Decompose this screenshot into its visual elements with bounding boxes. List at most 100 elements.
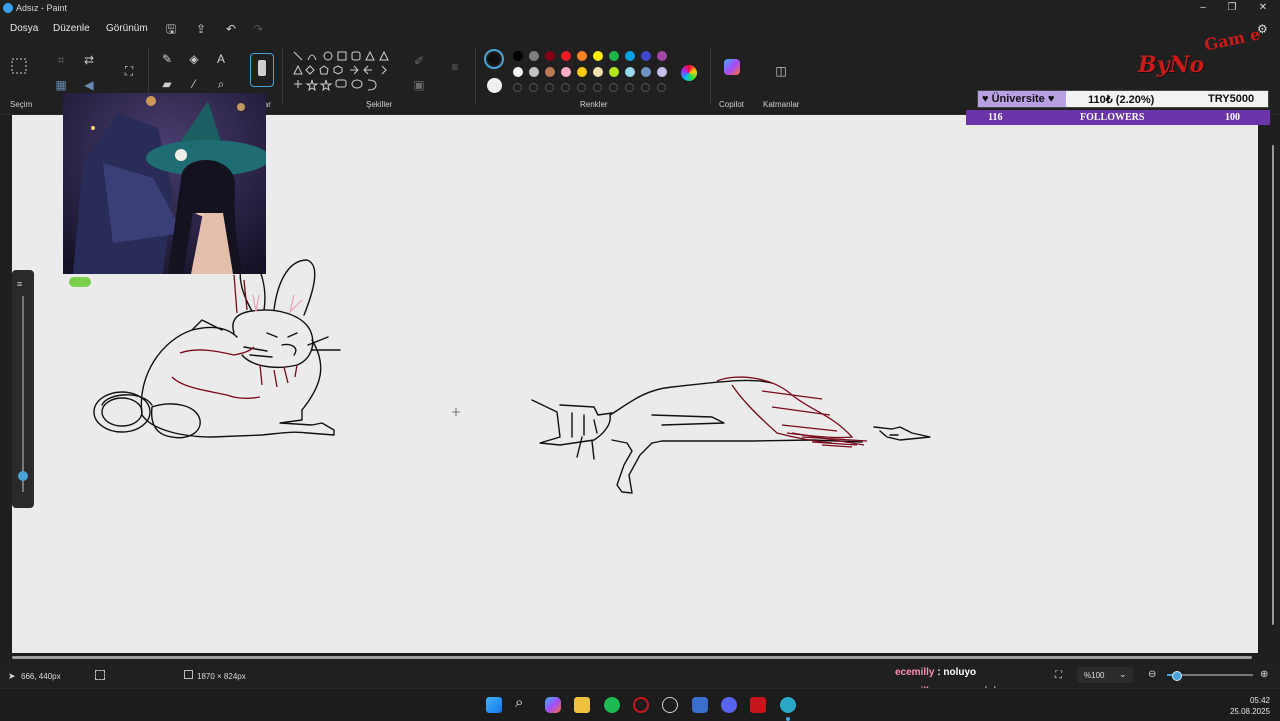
color-swatch[interactable] (641, 67, 651, 77)
color-swatch[interactable] (561, 67, 571, 77)
secondary-color-button[interactable] (487, 78, 502, 93)
color-swatch[interactable] (577, 67, 587, 77)
chat-line: ecemilly : noluyo (895, 667, 976, 678)
color-swatch[interactable] (561, 51, 571, 61)
color-swatch[interactable] (529, 51, 539, 61)
vertical-slider-panel: ≡ (12, 270, 34, 508)
app-red-icon[interactable] (750, 697, 766, 713)
gear-icon[interactable]: ⚙ (1257, 22, 1271, 36)
slider-thumb[interactable] (18, 471, 28, 482)
cursor-icon: ➤ (8, 671, 16, 681)
menu-file[interactable]: Dosya (10, 23, 38, 34)
fit-to-window-icon[interactable]: ⛶ (1055, 670, 1062, 681)
menu-view[interactable]: Görünüm (106, 23, 148, 34)
custom-color-slot[interactable] (561, 83, 570, 92)
edit-colors-icon[interactable] (681, 65, 697, 81)
color-swatch[interactable] (657, 67, 667, 77)
color-swatch[interactable] (593, 67, 603, 77)
custom-color-slot[interactable] (593, 83, 602, 92)
undo-icon[interactable]: ↶ (222, 20, 240, 38)
zoom-out-icon[interactable]: ⊖ (1148, 669, 1156, 680)
color-swatch[interactable] (513, 67, 523, 77)
custom-color-slot[interactable] (641, 83, 650, 92)
magnifier-icon[interactable]: ⌕ (212, 75, 230, 93)
close-button[interactable]: ✕ (1248, 0, 1278, 16)
layers-icon[interactable]: ◫ (772, 62, 790, 80)
maximize-button[interactable]: ❐ (1217, 0, 1247, 16)
logo-byno-text: ByNo (1138, 52, 1205, 78)
slider-track[interactable] (22, 296, 24, 492)
menu-edit[interactable]: Düzenle (53, 23, 90, 34)
vertical-scroll-thumb[interactable] (1272, 145, 1274, 625)
color-swatch[interactable] (609, 67, 619, 77)
color-swatch[interactable] (625, 51, 635, 61)
color-picker-icon[interactable]: ⁄ (185, 75, 203, 93)
color-swatch[interactable] (609, 51, 619, 61)
streamer-overlay-image (63, 93, 270, 274)
size-icon[interactable]: ≡ (446, 58, 464, 76)
crop-icon[interactable]: ⌗ (52, 51, 70, 69)
custom-color-slot[interactable] (625, 83, 634, 92)
color-swatch[interactable] (529, 67, 539, 77)
custom-color-slot[interactable] (513, 83, 522, 92)
start-icon[interactable] (486, 697, 502, 713)
rotate-icon[interactable]: ◀ (80, 76, 98, 94)
color-swatch[interactable] (593, 51, 603, 61)
ribbon-separator (282, 48, 283, 104)
primary-color-button[interactable] (484, 49, 504, 69)
spotify-icon[interactable] (604, 697, 620, 713)
select-rect-icon[interactable] (9, 57, 29, 77)
color-swatch[interactable] (641, 51, 651, 61)
fill-bucket-icon[interactable]: ◈ (185, 50, 203, 68)
discord-icon[interactable] (721, 697, 737, 713)
horizontal-scroll-thumb[interactable] (12, 656, 1252, 659)
steam-icon[interactable] (662, 697, 678, 713)
image-select-icon[interactable]: ⛶ (120, 62, 138, 80)
color-swatch[interactable] (513, 51, 523, 61)
shape-fill-icon[interactable]: ▣ (410, 76, 428, 94)
paint-taskbar-icon[interactable] (780, 697, 796, 713)
custom-color-slot[interactable] (657, 83, 666, 92)
search-icon[interactable]: ⌕ (515, 694, 523, 711)
shapes-gallery[interactable] (292, 50, 400, 96)
custom-color-slot[interactable] (609, 83, 618, 92)
file-explorer-icon[interactable] (574, 697, 590, 713)
launcher-icon[interactable] (692, 697, 708, 713)
save-icon[interactable]: 🖫 (162, 20, 180, 38)
system-clock[interactable]: 05:42 25.08.2025 (1230, 695, 1270, 717)
resize-icon[interactable]: ⇄ (80, 51, 98, 69)
flip-icon[interactable]: ▦ (52, 76, 70, 94)
copilot-taskbar-icon[interactable] (545, 697, 561, 713)
text-icon[interactable]: A (212, 50, 230, 68)
zoom-in-icon[interactable]: ⊕ (1260, 669, 1268, 680)
eraser-icon[interactable]: ▰ (158, 75, 176, 93)
zoom-slider-thumb[interactable] (1171, 671, 1182, 681)
channel-logo: Gam e ByNo (1134, 24, 1274, 86)
share-icon[interactable]: ⇪ (192, 20, 210, 38)
brush-icon[interactable] (250, 53, 274, 87)
title-bar: Adsız - Paint – ❐ ✕ (0, 0, 1280, 16)
color-swatch[interactable] (577, 51, 587, 61)
color-swatch[interactable] (545, 51, 555, 61)
color-swatch[interactable] (545, 67, 555, 77)
status-bar: ➤ 666, 440px 1870 × 824px ecemilly : nol… (0, 662, 1280, 697)
chat-username: ecemilly (895, 667, 935, 678)
pencil-icon[interactable]: ✎ (158, 50, 176, 68)
color-swatch[interactable] (657, 51, 667, 61)
paint-app-icon (3, 3, 13, 13)
color-swatch[interactable] (625, 67, 635, 77)
horizontal-scrollbar[interactable] (12, 655, 1258, 661)
opera-icon[interactable] (633, 697, 649, 713)
followers-goal-bar: 116 FOLLOWERS 100 (966, 110, 1270, 125)
custom-color-slot[interactable] (545, 83, 554, 92)
minimize-button[interactable]: – (1188, 0, 1218, 16)
custom-color-slot[interactable] (577, 83, 586, 92)
outline-icon[interactable]: ✐ (410, 52, 428, 70)
redo-icon[interactable]: ↷ (249, 20, 267, 38)
followers-current: 116 (988, 112, 1003, 123)
shapes-group-label: Şekiller (366, 100, 393, 109)
zoom-select[interactable]: %100 ⌄ (1077, 667, 1133, 683)
vertical-scrollbar[interactable] (1270, 115, 1278, 655)
custom-color-slot[interactable] (529, 83, 538, 92)
copilot-icon[interactable] (724, 59, 740, 75)
